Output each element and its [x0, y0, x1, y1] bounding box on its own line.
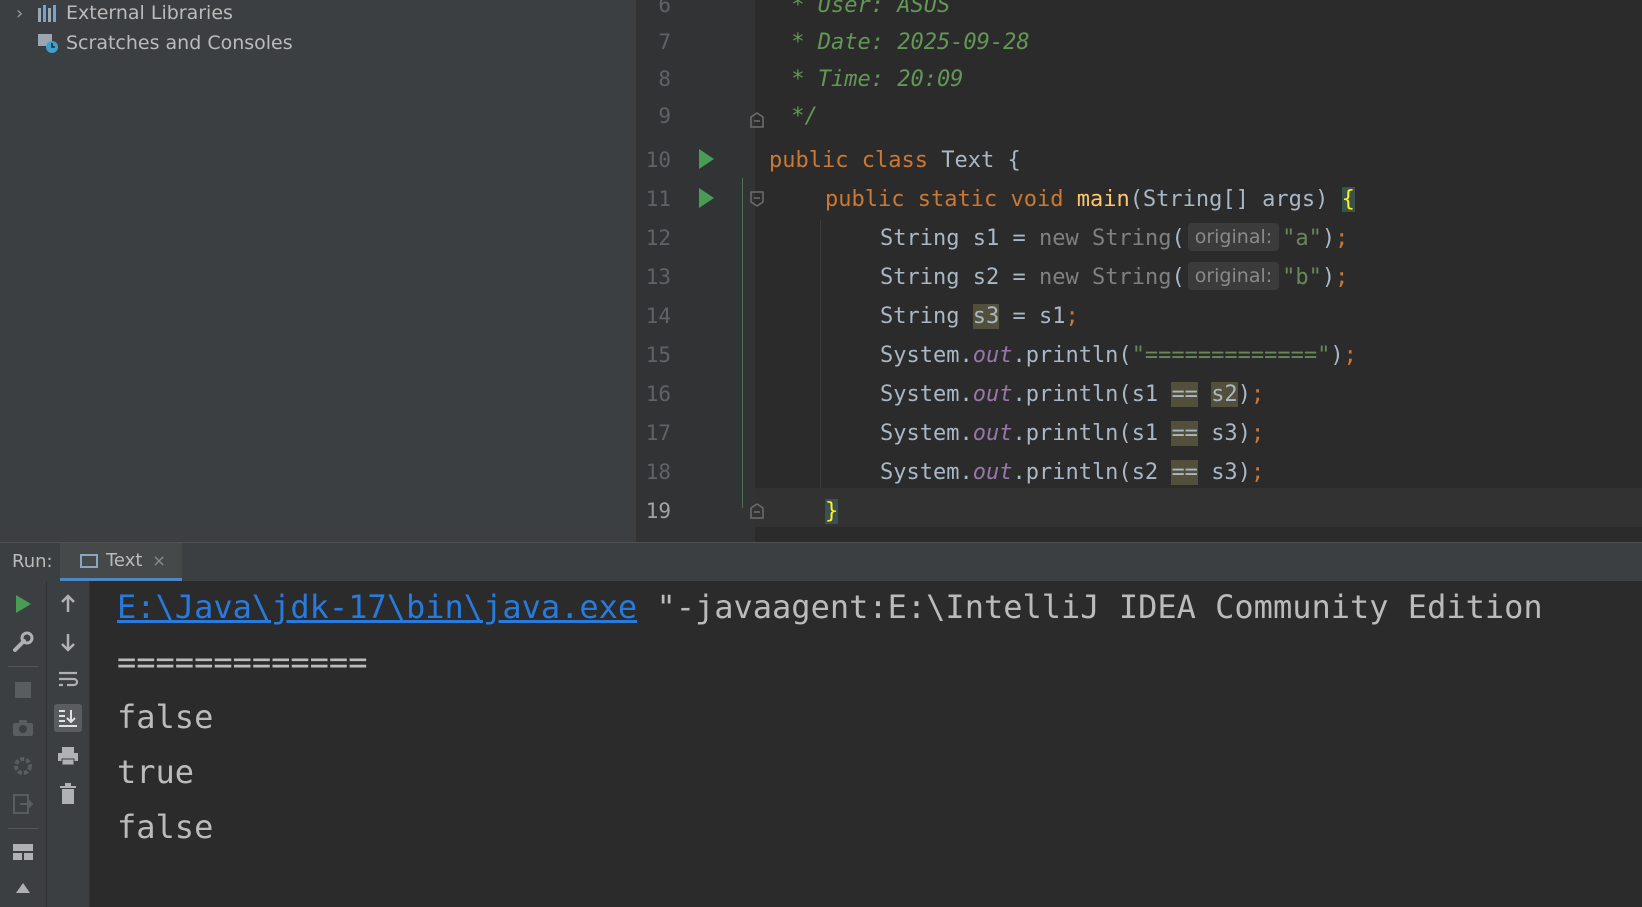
- console-output-line: false: [117, 698, 214, 736]
- code-line-8: * Time: 20:09: [778, 67, 964, 92]
- chevron-right-icon[interactable]: ›: [16, 3, 36, 24]
- code-editor[interactable]: 6 7 8 9 10 11 12 13 14 15 16 17 18 19 * …: [637, 0, 1642, 542]
- line-number: 13: [645, 265, 671, 289]
- tree-item-label: External Libraries: [66, 2, 233, 24]
- code-line-12: String s1 = new String(original: "a");: [880, 219, 1348, 258]
- run-tab-label: Text: [106, 550, 143, 571]
- stop-icon[interactable]: [9, 676, 37, 704]
- trash-icon[interactable]: [54, 780, 82, 808]
- run-main-icon[interactable]: [699, 188, 714, 208]
- debug-gear-icon[interactable]: [9, 752, 37, 780]
- code-line-18: System.out.println(s2 == s3);: [880, 460, 1265, 485]
- libraries-icon: [36, 2, 60, 24]
- line-number: 19: [645, 499, 671, 523]
- arrow-down-icon[interactable]: [54, 628, 82, 656]
- java-exe-link[interactable]: E:\Java\jdk-17\bin\java.exe: [117, 588, 637, 626]
- code-line-16: System.out.println(s1 == s2);: [880, 382, 1265, 407]
- line-number: 11: [645, 187, 671, 211]
- code-line-17: System.out.println(s1 == s3);: [880, 421, 1265, 446]
- line-number: 9: [658, 104, 671, 128]
- scroll-to-end-icon[interactable]: [54, 704, 82, 732]
- parameter-hint: original:: [1187, 262, 1280, 290]
- run-label: Run:: [12, 551, 53, 572]
- close-icon[interactable]: ×: [152, 551, 165, 570]
- line-number: 8: [658, 67, 671, 91]
- indent-guide: [742, 178, 743, 508]
- scratches-icon: [36, 32, 60, 54]
- current-line-highlight: [755, 488, 1642, 527]
- run-tool-window-header: Run: Text ×: [0, 542, 1642, 582]
- tree-item-scratches[interactable]: Scratches and Consoles: [16, 28, 293, 58]
- line-number: 12: [645, 226, 671, 250]
- code-line-10: public class Text {: [769, 148, 1021, 173]
- code-line-19: }: [825, 499, 839, 524]
- soft-wrap-icon[interactable]: [54, 666, 82, 694]
- pin-icon[interactable]: [9, 876, 37, 904]
- line-number: 14: [645, 304, 671, 328]
- run-class-icon[interactable]: [699, 149, 714, 169]
- camera-icon[interactable]: [9, 714, 37, 742]
- code-line-11: public static void main(String[] args) {: [825, 187, 1355, 212]
- line-number: 6: [658, 0, 671, 17]
- line-number: 7: [658, 30, 671, 54]
- fold-start-icon[interactable]: [750, 191, 764, 207]
- tree-item-external-libraries[interactable]: › External Libraries: [16, 0, 233, 28]
- rerun-icon[interactable]: [9, 590, 37, 618]
- parameter-hint: original:: [1187, 223, 1280, 251]
- tree-item-label: Scratches and Consoles: [66, 32, 293, 54]
- console-output-line: =============: [117, 643, 368, 681]
- project-tool-window: › External Libraries Scratches and Conso…: [0, 0, 637, 542]
- code-line-9: */: [778, 104, 818, 129]
- code-line-15: System.out.println("=============");: [880, 343, 1357, 368]
- line-number: 18: [645, 460, 671, 484]
- code-line-7: * Date: 2025-09-28: [778, 30, 1030, 55]
- run-console-toolbar: [47, 581, 90, 907]
- fold-end-icon[interactable]: [750, 112, 764, 128]
- fold-end-icon[interactable]: [750, 503, 764, 519]
- run-left-toolbar: [0, 581, 47, 907]
- code-line-14: String s3 = s1;: [880, 304, 1079, 329]
- run-tab-text[interactable]: Text ×: [60, 543, 182, 581]
- line-number: 16: [645, 382, 671, 406]
- console-tab-icon: [80, 553, 98, 568]
- indent-guide: [820, 220, 821, 488]
- code-line-6: * User: ASUS: [778, 0, 951, 18]
- line-number: 15: [645, 343, 671, 367]
- console-output[interactable]: E:\Java\jdk-17\bin\java.exe "-javaagent:…: [90, 581, 1642, 907]
- code-line-13: String s2 = new String(original: "b");: [880, 258, 1348, 297]
- line-number: 17: [645, 421, 671, 445]
- console-output-line: false: [117, 808, 214, 846]
- console-output-line: true: [117, 753, 195, 791]
- arrow-up-icon[interactable]: [54, 590, 82, 618]
- print-icon[interactable]: [54, 742, 82, 770]
- exit-icon[interactable]: [9, 790, 37, 818]
- console-command-line: E:\Java\jdk-17\bin\java.exe "-javaagent:…: [117, 588, 1543, 626]
- wrench-icon[interactable]: [9, 628, 37, 656]
- layout-icon[interactable]: [9, 838, 37, 866]
- line-number: 10: [645, 148, 671, 172]
